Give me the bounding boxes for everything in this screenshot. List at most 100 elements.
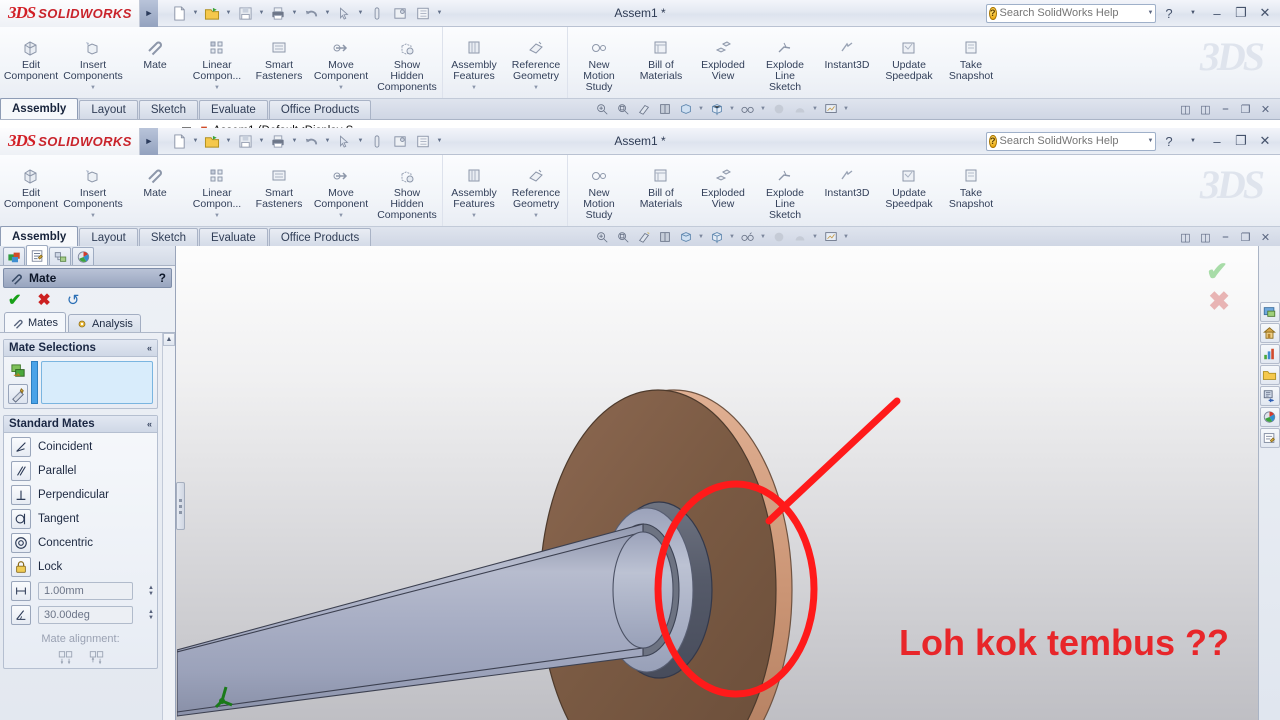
view-settings-dropdown[interactable]: ▼ xyxy=(842,234,850,240)
bg-rib-new-motion-study[interactable]: New Motion Study xyxy=(568,30,630,93)
minimize-doc-icon[interactable]: ⎯ xyxy=(1217,230,1234,245)
bg-rib-move-component[interactable]: Move Component ▼ xyxy=(310,30,372,94)
options-button[interactable] xyxy=(389,131,411,152)
rib-insert-components[interactable]: Insert Components ▼ xyxy=(62,158,124,222)
view-orientation-book-icon[interactable] xyxy=(655,227,674,246)
bg-tab-layout[interactable]: Layout xyxy=(79,100,138,119)
apply-scene-icon[interactable] xyxy=(790,99,809,118)
rib-reference-geometry[interactable]: Reference Geometry ▼ xyxy=(505,158,567,222)
bg-rib-reference-geometry[interactable]: Reference Geometry ▼ xyxy=(505,30,567,94)
minimize-doc-icon[interactable]: ⎯ xyxy=(1217,102,1234,117)
bg-rib-take-snapshot[interactable]: Take Snapshot xyxy=(940,30,1002,82)
bg-open-document-dropdown[interactable]: ▼ xyxy=(224,3,233,24)
mate-option-distance[interactable]: 1.00mm ▲ ▼ xyxy=(4,579,157,603)
save-document-dropdown[interactable]: ▼ xyxy=(257,131,266,152)
help-dropdown[interactable]: ▼ xyxy=(1182,131,1204,151)
bg-print-document-button[interactable] xyxy=(267,3,289,24)
chevron-down-icon[interactable]: ▼ xyxy=(214,211,220,222)
scroll-up-arrow-icon[interactable]: ▲ xyxy=(163,333,175,346)
feature-manager-tab[interactable] xyxy=(3,247,25,265)
section-view-icon[interactable] xyxy=(634,227,653,246)
display-manager-sphere-icon[interactable] xyxy=(1259,407,1280,427)
rib-assembly-features[interactable]: Assembly Features ▼ xyxy=(443,158,505,222)
view-orientation-book-icon[interactable] xyxy=(655,99,674,118)
tile-vertically-icon[interactable]: ◫ xyxy=(1197,102,1214,117)
configuration-manager-tab[interactable] xyxy=(49,247,71,265)
select-dropdown[interactable]: ▼ xyxy=(356,131,365,152)
mate-option-tangent[interactable]: Tangent xyxy=(4,507,157,531)
new-document-button[interactable] xyxy=(168,131,190,152)
rib-mate[interactable]: Mate xyxy=(124,158,186,199)
bg-tab-evaluate[interactable]: Evaluate xyxy=(199,100,268,119)
view-settings-icon[interactable] xyxy=(821,227,840,246)
bg-select-dropdown[interactable]: ▼ xyxy=(356,3,365,24)
bg-search-dropdown-arrow[interactable]: ▼ xyxy=(1148,10,1154,16)
print-document-button[interactable] xyxy=(267,131,289,152)
bg-options-button[interactable] xyxy=(389,3,411,24)
rib-exploded-view[interactable]: Exploded View xyxy=(692,158,754,210)
bg-new-document-button[interactable] xyxy=(168,3,190,24)
bg-rib-exploded-view[interactable]: Exploded View xyxy=(692,30,754,82)
bg-help-search-box[interactable]: ? ▼ xyxy=(986,3,1156,23)
rib-take-snapshot[interactable]: Take Snapshot xyxy=(940,158,1002,210)
tab-layout[interactable]: Layout xyxy=(79,228,138,247)
display-style-icon[interactable] xyxy=(707,99,726,118)
appearances-home-icon[interactable] xyxy=(1259,323,1280,343)
open-document-button[interactable] xyxy=(201,131,223,152)
bg-customize-dropdown[interactable]: ▼ xyxy=(435,3,444,24)
bg-save-document-button[interactable] xyxy=(234,3,256,24)
mate-option-angle[interactable]: 30.00deg ▲ ▼ xyxy=(4,603,157,627)
rib-show-hidden-components[interactable]: Show Hidden Components xyxy=(372,158,442,221)
display-manager-tab[interactable] xyxy=(72,247,94,265)
hide-show-items-icon[interactable] xyxy=(738,99,757,118)
bg-menu-expander-arrow[interactable]: ► xyxy=(140,0,158,27)
undo-dropdown[interactable]: ▼ xyxy=(323,131,332,152)
bg-tab-assembly[interactable]: Assembly xyxy=(0,98,79,119)
undo-mate-button[interactable]: ↺ xyxy=(67,291,80,309)
bg-rib-assembly-features[interactable]: Assembly Features ▼ xyxy=(443,30,505,94)
view-orientation-dropdown[interactable]: ▼ xyxy=(697,106,705,112)
bg-rib-explode-line-sketch[interactable]: Explode Line Sketch xyxy=(754,30,816,93)
bg-rib-linear-component-pattern[interactable]: Linear Compon... ▼ xyxy=(186,30,248,94)
chevron-down-icon[interactable]: ▼ xyxy=(338,83,344,94)
collapse-chevron-icon[interactable]: « xyxy=(147,419,152,429)
save-document-button[interactable] xyxy=(234,131,256,152)
rib-bill-of-materials[interactable]: Bill of Materials xyxy=(630,158,692,210)
bg-help-button[interactable]: ? xyxy=(1158,3,1180,23)
apply-scene-dropdown[interactable]: ▼ xyxy=(811,106,819,112)
hide-show-dropdown[interactable]: ▼ xyxy=(759,234,767,240)
sub-tab-analysis[interactable]: Analysis xyxy=(67,314,141,332)
view-orientation-cube-icon[interactable] xyxy=(676,227,695,246)
display-style-dropdown[interactable]: ▼ xyxy=(728,234,736,240)
property-manager-scrollbar[interactable]: ▲ xyxy=(162,333,175,720)
chevron-down-icon[interactable]: ▼ xyxy=(471,211,477,222)
zoom-to-area-icon[interactable] xyxy=(613,99,632,118)
bg-tab-office-products[interactable]: Office Products xyxy=(268,100,372,119)
bg-rib-insert-components[interactable]: Insert Components ▼ xyxy=(62,30,124,94)
chevron-down-icon[interactable]: ▼ xyxy=(338,211,344,222)
close-button[interactable]: ✕ xyxy=(1254,131,1276,151)
restore-doc-icon[interactable]: ❐ xyxy=(1237,102,1254,117)
bg-customize-button[interactable] xyxy=(412,3,434,24)
bg-rib-bill-of-materials[interactable]: Bill of Materials xyxy=(630,30,692,82)
apply-scene-dropdown[interactable]: ▼ xyxy=(811,234,819,240)
collapse-chevron-icon[interactable]: « xyxy=(147,343,152,353)
restore-doc-icon[interactable]: ❐ xyxy=(1237,230,1254,245)
view-orientation-cube-icon[interactable] xyxy=(676,99,695,118)
bg-tab-sketch[interactable]: Sketch xyxy=(138,100,199,119)
select-button[interactable] xyxy=(333,131,355,152)
tab-assembly[interactable]: Assembly xyxy=(0,226,79,247)
close-doc-icon[interactable]: ✕ xyxy=(1257,102,1274,117)
rib-edit-component[interactable]: Edit Component xyxy=(0,158,62,210)
accept-mate-button[interactable]: ✔ xyxy=(8,290,21,310)
bg-rebuild-button[interactable] xyxy=(366,3,388,24)
confirmation-corner-accept[interactable]: ✔ xyxy=(1206,256,1228,287)
rebuild-button[interactable] xyxy=(366,131,388,152)
tab-evaluate[interactable]: Evaluate xyxy=(199,228,268,247)
angle-spinner[interactable]: ▲ ▼ xyxy=(145,609,157,621)
custom-properties-icon[interactable] xyxy=(1259,428,1280,448)
anti-aligned-mate-icon[interactable] xyxy=(88,649,105,668)
tile-horizontally-icon[interactable]: ◫ xyxy=(1177,102,1194,117)
distance-value-input[interactable]: 1.00mm xyxy=(38,582,133,600)
bg-search-input[interactable] xyxy=(999,7,1142,19)
